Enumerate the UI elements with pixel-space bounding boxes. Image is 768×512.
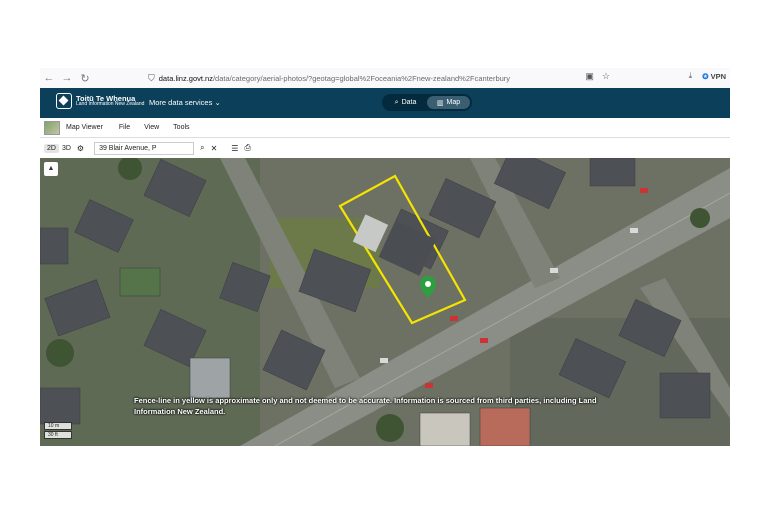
map-viewer-thumbnail [44, 120, 60, 135]
vpn-button[interactable]: ✪ VPN [702, 72, 726, 81]
vpn-label: VPN [710, 71, 726, 81]
map-viewer-title: Map Viewer [66, 124, 103, 131]
menu-tools[interactable]: Tools [173, 124, 189, 131]
map-viewer-menubar: Map Viewer File View Tools [40, 118, 730, 138]
data-tab-label: Data [401, 99, 417, 106]
menu-file[interactable]: File [119, 124, 130, 131]
more-data-services-menu[interactable]: More data services ⌄ [149, 98, 221, 107]
mode-2d-button[interactable]: 2D [44, 143, 59, 153]
scale-metric: 10 m [44, 422, 72, 430]
reload-icon[interactable]: ↻ [76, 72, 94, 85]
list-icon[interactable]: ☰ [231, 144, 238, 153]
forward-arrow-icon[interactable]: → [58, 72, 76, 84]
browser-extensions: ⤓ ✪ VPN [689, 71, 726, 81]
search-value: 39 Blair Avenue, P [99, 144, 157, 152]
address-search-input[interactable]: 39 Blair Avenue, P [94, 141, 195, 155]
data-tab[interactable]: ⌕ Data [384, 96, 427, 109]
reader-view-icon[interactable]: ▣ [585, 71, 594, 82]
url-path: /data/category/aerial-photos/?geotag=glo… [212, 73, 511, 83]
browser-toolbar: ← → ↻ ⛉ data.linz.govt.nz/data/category/… [40, 68, 730, 88]
back-arrow-icon[interactable]: ← [40, 72, 58, 84]
mode-3d-button[interactable]: 3D [59, 144, 74, 153]
vpn-icon: ✪ [702, 71, 709, 81]
menu-view[interactable]: View [144, 124, 159, 131]
print-icon[interactable]: ⎙ [244, 143, 250, 153]
url-domain: data.linz.govt.nz [158, 73, 213, 83]
aerial-map[interactable]: ▲ Fence-line in yellow is approximate on… [40, 158, 730, 446]
site-info-icon[interactable]: ⛉ [148, 73, 155, 84]
close-icon[interactable]: ✕ [211, 144, 218, 153]
more-data-label: More data services [149, 98, 213, 107]
scale-bar: 10 m 30 ft [44, 422, 72, 440]
logo-subtitle: Land Information New Zealand [76, 101, 145, 108]
address-bar[interactable]: ⛉ data.linz.govt.nz/data/category/aerial… [148, 70, 628, 86]
linz-logo-icon [56, 93, 72, 109]
screenshot-frame: ← → ↻ ⛉ data.linz.govt.nz/data/category/… [40, 68, 730, 446]
chevron-down-icon: ⌄ [214, 98, 221, 107]
search-icon[interactable]: ⌕ [200, 143, 204, 153]
map-toolbar: 2D 3D ⚙ 39 Blair Avenue, P ⌕ ✕ ☰ ⎙ [40, 139, 730, 157]
address-actions: ▣ ☆ [585, 71, 610, 82]
map-tab-label: Map [446, 99, 461, 106]
app-header: Toitū Te Whenua Land Information New Zea… [40, 88, 730, 118]
fence-line-disclaimer: Fence-line in yellow is approximate only… [134, 396, 597, 416]
linz-logo[interactable]: Toitū Te Whenua Land Information New Zea… [56, 93, 144, 109]
scale-imperial: 30 ft [44, 431, 72, 439]
data-map-toggle: ⌕ Data ▥ Map [382, 94, 472, 111]
bookmark-star-icon[interactable]: ☆ [602, 71, 610, 82]
compass-north-icon[interactable]: ▲ [44, 162, 58, 176]
map-tab[interactable]: ▥ Map [427, 96, 470, 109]
map-icon: ▥ [436, 99, 444, 107]
gear-icon[interactable]: ⚙ [77, 144, 84, 153]
download-icon[interactable]: ⤓ [689, 71, 693, 81]
search-icon: ⌕ [394, 98, 399, 106]
